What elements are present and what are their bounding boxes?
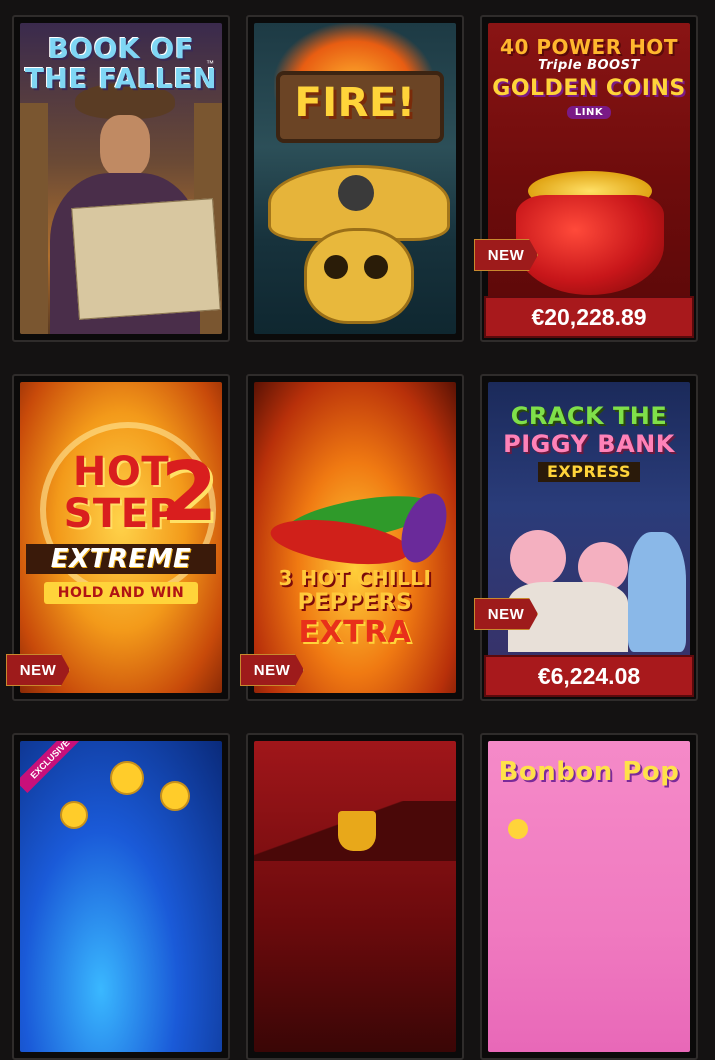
game-tile-hot-step-2-extreme[interactable]: HOT STEP 2 EXTREME HOLD AND WIN NEW bbox=[6, 374, 230, 701]
golden-cup bbox=[338, 811, 376, 851]
golden-skull bbox=[304, 228, 414, 324]
link-label: LINK bbox=[566, 106, 612, 119]
skull-emblem bbox=[338, 175, 374, 211]
skull-eye-left bbox=[324, 255, 348, 279]
pig-character-left bbox=[510, 530, 566, 586]
temple-pillar-left bbox=[20, 103, 48, 334]
trademark-mark: ™ bbox=[206, 59, 214, 68]
explorer-face bbox=[100, 115, 150, 177]
gold-coin bbox=[110, 761, 144, 795]
new-badge: NEW bbox=[240, 654, 304, 686]
game-tile-bonbon-pop[interactable]: Bonbon Pop bbox=[480, 733, 698, 1060]
game-thumbnail: BOOK OF THE FALLEN ™ bbox=[20, 23, 222, 334]
jackpot-amount: €20,228.89 bbox=[484, 296, 694, 338]
game-title: FIRE! bbox=[294, 80, 416, 126]
game-thumbnail: 40 POWER HOT Triple BOOST GOLDEN COINS L… bbox=[488, 23, 690, 334]
game-title: Bonbon Pop bbox=[498, 757, 680, 787]
game-title: CRACK THE PIGGY BANK EXPRESS bbox=[503, 402, 675, 482]
game-title: BOOK OF THE FALLEN bbox=[24, 32, 218, 95]
jackpot-amount: €6,224.08 bbox=[484, 655, 694, 697]
game-title: 3 HOT CHILLI PEPPERS EXTRA bbox=[278, 566, 432, 650]
game-tile-book-of-the-fallen[interactable]: BOOK OF THE FALLEN ™ bbox=[12, 15, 230, 342]
new-badge: NEW bbox=[474, 598, 538, 630]
game-thumbnail: CRACK THE PIGGY BANK EXPRESS bbox=[488, 382, 690, 693]
lady-character bbox=[628, 532, 686, 652]
game-tile-exclusive[interactable]: EXCLUSIVE bbox=[12, 733, 230, 1060]
game-thumbnail: HOT STEP 2 EXTREME HOLD AND WIN bbox=[20, 382, 222, 693]
game-thumbnail: Bonbon Pop bbox=[488, 741, 690, 1052]
gold-coin bbox=[60, 801, 88, 829]
skull-eye-right bbox=[364, 255, 388, 279]
treasure-map bbox=[71, 198, 221, 320]
game-thumbnail: 3 HOT CHILLI PEPPERS EXTRA bbox=[254, 382, 456, 693]
new-badge: NEW bbox=[6, 654, 70, 686]
game-tile-crack-the-piggy-bank-express[interactable]: CRACK THE PIGGY BANK EXPRESS NEW €6,224.… bbox=[474, 374, 698, 701]
game-thumbnail: EXCLUSIVE bbox=[20, 741, 222, 1052]
game-tile-fire[interactable]: FIRE! bbox=[246, 15, 464, 342]
game-thumbnail bbox=[254, 741, 456, 1052]
game-thumbnail: FIRE! bbox=[254, 23, 456, 334]
new-badge: NEW bbox=[474, 239, 538, 271]
game-tile-40-power-hot[interactable]: 40 POWER HOT Triple BOOST GOLDEN COINS L… bbox=[474, 15, 698, 342]
red-pot bbox=[516, 195, 664, 295]
game-title: 40 POWER HOT Triple BOOST GOLDEN COINS L… bbox=[492, 35, 686, 119]
exclusive-ribbon: EXCLUSIVE bbox=[20, 741, 84, 793]
title-number: 2 bbox=[160, 445, 218, 540]
gold-coin bbox=[160, 781, 190, 811]
game-tile-3-hot-chilli-peppers-extra[interactable]: 3 HOT CHILLI PEPPERS EXTRA NEW bbox=[240, 374, 464, 701]
candy bbox=[508, 819, 528, 839]
game-tile-unknown[interactable] bbox=[246, 733, 464, 1060]
game-title: HOT STEP 2 EXTREME HOLD AND WIN bbox=[20, 452, 222, 604]
